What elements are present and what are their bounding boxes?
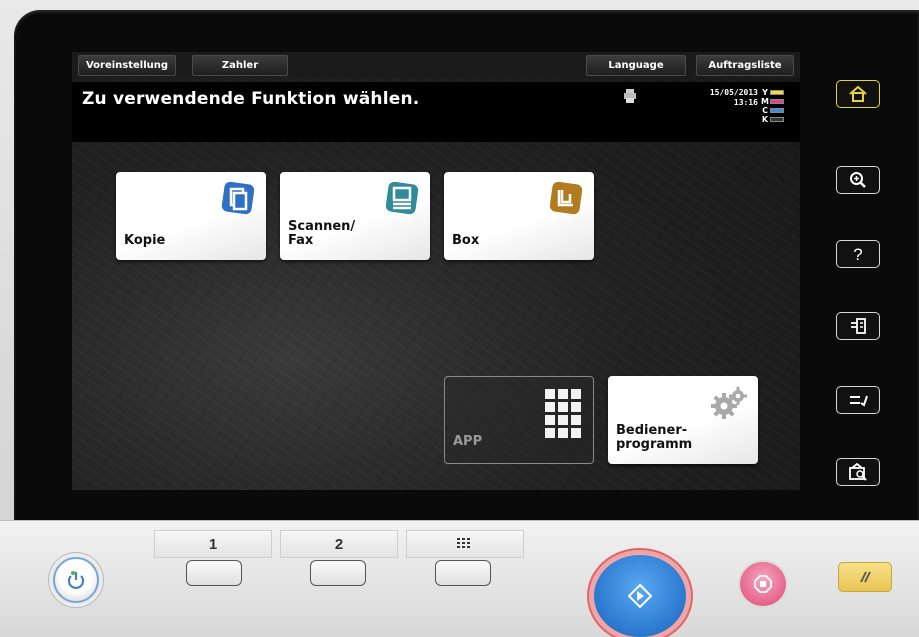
power-icon <box>67 571 85 589</box>
access-icon <box>851 318 866 334</box>
register-key-2[interactable] <box>310 560 366 586</box>
datetime-display: 15/05/2013 13:16 <box>692 88 758 108</box>
scan-fax-tile[interactable]: Scannen/ Fax <box>280 172 430 260</box>
toner-letter: C <box>762 106 768 115</box>
box-icon <box>549 181 583 215</box>
help-icon: ? <box>853 245 862 263</box>
keypad-label <box>406 530 524 558</box>
zoom-button[interactable] <box>836 166 880 194</box>
date-text: 15/05/2013 <box>709 88 758 97</box>
printer-status-icon <box>624 89 636 103</box>
toner-row: C <box>760 106 794 115</box>
message-header: Zu verwendende Funktion wählen. 15/05/20… <box>72 82 800 142</box>
tab-language[interactable]: Language <box>586 55 686 76</box>
time-text: 13:16 <box>733 98 758 107</box>
app-label: APP <box>453 434 483 449</box>
toner-letter: M <box>761 97 769 106</box>
tab-job-list[interactable]: Auftragsliste <box>696 55 794 76</box>
touch-screen: Voreinstellung Zahler Language Auftragsl… <box>72 52 800 490</box>
preview-icon <box>849 463 867 481</box>
box-tile[interactable]: Box <box>444 172 594 260</box>
home-button[interactable] <box>836 80 880 108</box>
toner-row: K <box>760 115 794 124</box>
power-button[interactable] <box>53 557 99 603</box>
scan-fax-icon <box>385 181 419 215</box>
keypad-key[interactable] <box>435 560 491 586</box>
copy-label: Kopie <box>124 233 166 248</box>
stop-button[interactable] <box>738 560 788 608</box>
copy-tile[interactable]: Kopie <box>116 172 266 260</box>
preview-button[interactable] <box>836 458 880 486</box>
access-button[interactable] <box>836 312 880 340</box>
tab-settings[interactable]: Voreinstellung <box>78 55 176 76</box>
copy-icon <box>221 181 255 215</box>
start-button[interactable] <box>594 555 686 637</box>
accessibility-button[interactable] <box>836 386 880 414</box>
toner-bar-cyan <box>770 108 784 113</box>
reset-icon <box>860 571 871 583</box>
toner-letter: K <box>761 115 769 124</box>
tab-counter[interactable]: Zahler <box>192 55 288 76</box>
page-title: Zu verwendende Funktion wählen. <box>82 89 420 109</box>
toner-letter: Y <box>762 88 768 97</box>
toner-levels: Y M C K <box>760 88 794 124</box>
register-key-1[interactable] <box>186 560 242 586</box>
mfp-control-panel: Voreinstellung Zahler Language Auftragsl… <box>0 0 919 637</box>
accessibility-icon <box>850 395 868 407</box>
home-icon <box>849 86 867 102</box>
utility-label: Bediener- programm <box>616 423 693 452</box>
toner-row: Y <box>760 88 794 97</box>
toner-bar-black <box>770 117 784 122</box>
top-tab-bar: Voreinstellung Zahler Language Auftragsl… <box>72 52 800 78</box>
keypad-icon <box>457 538 470 548</box>
key-1-label: 1 <box>154 530 272 558</box>
zoom-in-icon <box>850 172 866 188</box>
app-grid-icon <box>545 389 581 438</box>
box-label: Box <box>452 233 480 248</box>
utility-tile[interactable]: Bediener- programm <box>608 376 758 464</box>
reset-button[interactable] <box>838 562 892 592</box>
toner-row: M <box>760 97 794 106</box>
scan-fax-label: Scannen/ Fax <box>288 219 356 248</box>
help-button[interactable]: ? <box>836 240 880 268</box>
gear-icon <box>711 387 747 419</box>
toner-bar-yellow <box>770 90 784 95</box>
start-icon <box>627 583 653 609</box>
svg-text:?: ? <box>853 245 862 263</box>
stop-icon <box>754 575 772 593</box>
key-2-label: 2 <box>280 530 398 558</box>
toner-bar-magenta <box>770 99 784 104</box>
app-tile[interactable]: APP <box>444 376 594 464</box>
